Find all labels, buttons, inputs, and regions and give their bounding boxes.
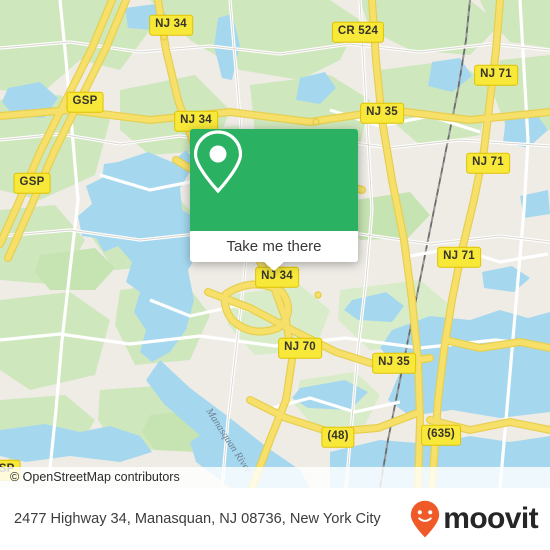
road-shield: NJ 71 <box>466 152 510 174</box>
popup-tail-pointer <box>263 261 285 271</box>
moovit-logo[interactable]: moovit <box>410 500 539 538</box>
road-shield: (635) <box>421 424 461 446</box>
location-popup-card[interactable]: Take me there <box>190 129 358 271</box>
road-shield: NJ 70 <box>278 337 322 359</box>
osm-attribution[interactable]: © OpenStreetMap contributors <box>0 467 550 488</box>
footer-bar: 2477 Highway 34, Manasquan, NJ 08736, Ne… <box>0 488 550 550</box>
moovit-wordmark: moovit <box>443 502 538 535</box>
road-shield: (48) <box>321 426 355 448</box>
moovit-pin-smiley-icon <box>411 500 440 538</box>
road-shield: NJ 35 <box>372 352 416 374</box>
road-shield: NJ 71 <box>437 246 481 268</box>
road-shield: NJ 71 <box>474 64 518 86</box>
popup-footer[interactable]: Take me there <box>190 231 358 271</box>
map-canvas[interactable]: NJ 34 CR 524 NJ 71 GSP NJ 35 NJ 34 NJ 71 GSP NJ … <box>0 0 550 488</box>
road-shield: CR 524 <box>331 21 385 43</box>
road-shield: NJ 35 <box>360 102 404 124</box>
road-shield: GSP <box>13 172 51 194</box>
take-me-there-button[interactable]: Take me there <box>226 239 321 254</box>
road-shield: GSP <box>66 91 104 113</box>
address-text: 2477 Highway 34, Manasquan, NJ 08736, Ne… <box>14 510 381 527</box>
road-shield: NJ 34 <box>149 14 193 36</box>
popup-header <box>190 129 358 231</box>
moovit-location-page: NJ 34 CR 524 NJ 71 GSP NJ 35 NJ 34 NJ 71 GSP NJ … <box>0 0 550 550</box>
map-pin-icon <box>193 130 243 194</box>
